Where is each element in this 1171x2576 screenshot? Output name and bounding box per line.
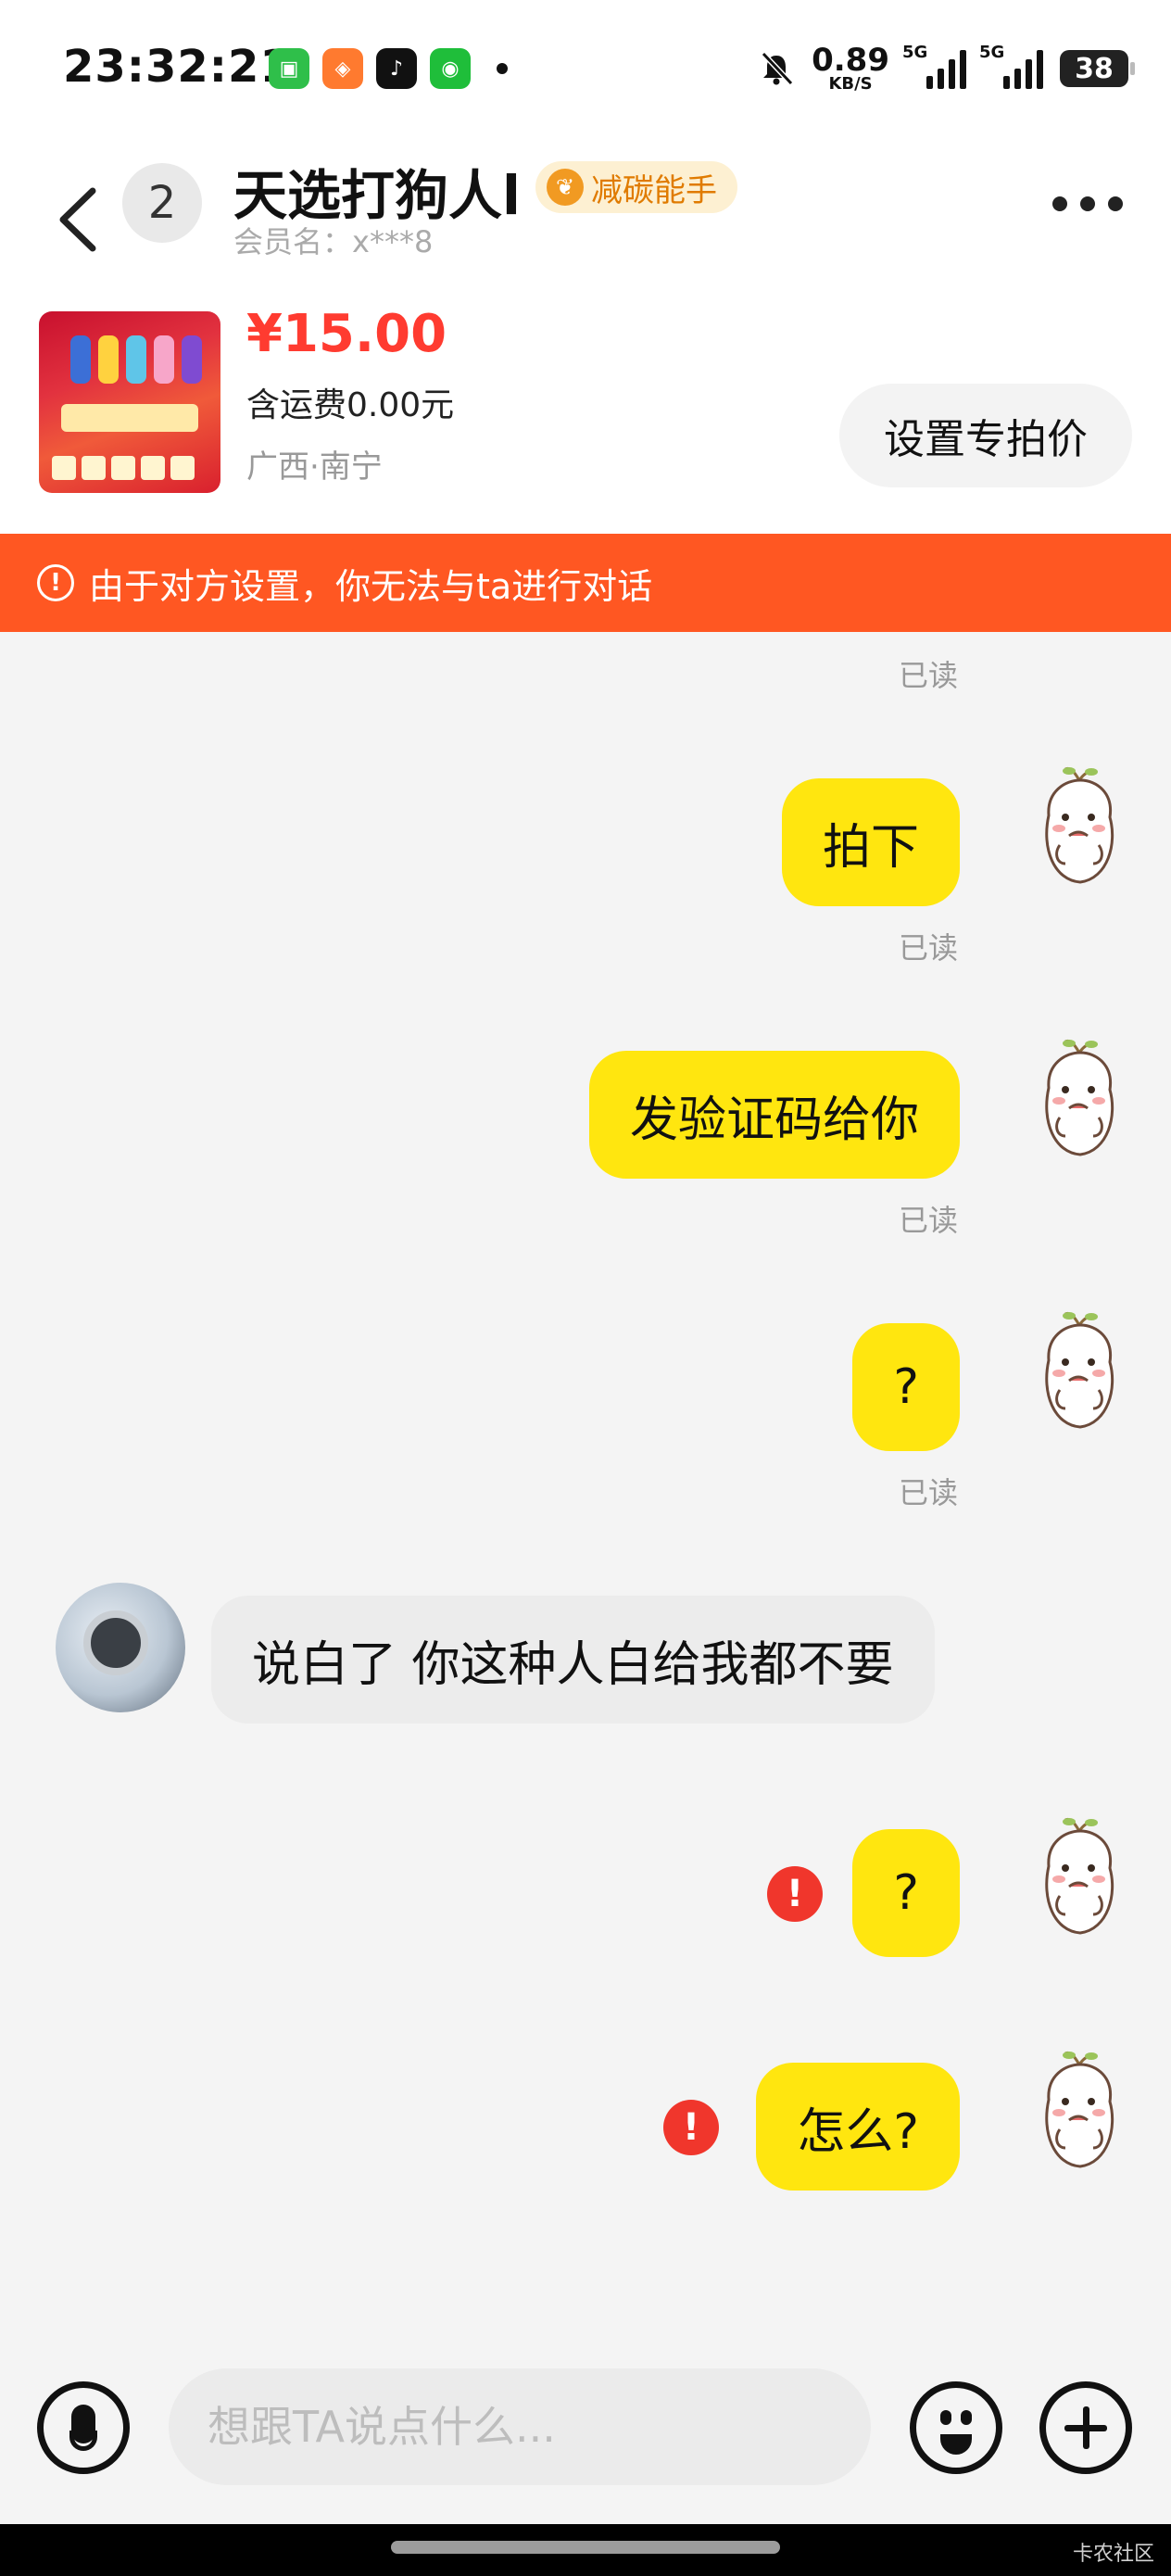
watermark: 卡农社区 (1072, 2543, 1154, 2566)
message-bubble-sent[interactable]: ? (852, 1829, 960, 1957)
signal-icon: 5G (979, 43, 1043, 89)
contact-avatar[interactable] (56, 1583, 185, 1712)
member-name: 会员名：x***8 (233, 224, 434, 259)
self-avatar[interactable] (1028, 1305, 1130, 1444)
read-receipt: 已读 (898, 1203, 958, 1238)
status-time: 23:32:21 (63, 41, 292, 93)
voice-input-icon[interactable] (37, 2381, 130, 2474)
battery-icon: 38 (1060, 50, 1135, 87)
input-bar (0, 2344, 1171, 2511)
warning-text: 由于对方设置，你无法与ta进行对话 (89, 565, 653, 607)
send-failed-icon[interactable]: ! (767, 1866, 823, 1922)
signal-type: 5G (979, 43, 1005, 62)
message-bubble-sent[interactable]: 拍下 (781, 778, 960, 906)
system-nav-area: 卡农社区 (0, 2524, 1171, 2576)
network-speed-unit: KB/S (828, 74, 873, 94)
alert-icon: ! (37, 564, 74, 601)
chat-header: 2 天选打狗人l ❦ 减碳能手 会员名：x***8 (0, 139, 1171, 297)
network-speed: 0.89 KB/S (812, 44, 889, 93)
more-notifications-dot (497, 63, 508, 74)
message-bubble-received[interactable]: 说白了 你这种人白给我都不要 (211, 1596, 935, 1724)
product-card[interactable]: ¥15.00 含运费0.00元 广西·南宁 设置专拍价 (0, 297, 1171, 534)
product-thumbnail[interactable] (39, 311, 220, 493)
product-location: 广西·南宁 (246, 448, 383, 486)
leaf-icon: ❦ (547, 169, 584, 206)
self-avatar[interactable] (1028, 2044, 1130, 2183)
network-speed-value: 0.89 (812, 42, 889, 79)
read-receipt: 已读 (898, 930, 958, 966)
product-price: ¥15.00 (246, 304, 447, 364)
more-options-icon[interactable] (1052, 196, 1123, 211)
emoji-icon[interactable] (910, 2381, 1002, 2474)
message-input[interactable] (169, 2368, 871, 2485)
wechat-icon: ◉ (430, 48, 471, 89)
blocked-warning-banner: ! 由于对方设置，你无法与ta进行对话 (0, 534, 1171, 632)
self-avatar[interactable] (1028, 1032, 1130, 1171)
self-avatar[interactable] (1028, 1811, 1130, 1950)
status-indicators: 0.89 KB/S 5G 5G 38 (758, 43, 1135, 93)
signal-type: 5G (902, 43, 928, 62)
message-bubble-sent[interactable]: ? (852, 1323, 960, 1451)
message-bubble-sent[interactable]: 怎么? (756, 2063, 960, 2191)
back-arrow-icon[interactable] (52, 178, 104, 261)
status-bar: 23:32:21 ▣ ◈ ♪ ◉ 0.89 KB/S 5G 5G 38 (0, 0, 1171, 139)
level-badge[interactable]: ❦ 减碳能手 (535, 161, 737, 213)
home-indicator[interactable] (391, 2541, 780, 2554)
read-receipt: 已读 (898, 1475, 958, 1510)
more-actions-plus-icon[interactable] (1039, 2381, 1132, 2474)
mute-bell-icon (761, 51, 794, 86)
app-notification-icon: ▣ (269, 48, 309, 89)
notification-icons: ▣ ◈ ♪ ◉ (269, 48, 508, 89)
send-failed-icon[interactable]: ! (663, 2100, 719, 2155)
self-avatar[interactable] (1028, 760, 1130, 899)
set-special-price-button[interactable]: 设置专拍价 (839, 384, 1132, 487)
level-badge-label: 减碳能手 (591, 171, 717, 209)
tiktok-icon: ♪ (376, 48, 417, 89)
message-bubble-sent[interactable]: 发验证码给你 (588, 1051, 960, 1179)
read-receipt: 已读 (898, 658, 958, 693)
unread-count-badge[interactable]: 2 (122, 163, 202, 243)
app-notification-icon: ◈ (322, 48, 363, 89)
signal-icon: 5G (902, 43, 966, 89)
shipping-fee: 含运费0.00元 (246, 386, 455, 424)
